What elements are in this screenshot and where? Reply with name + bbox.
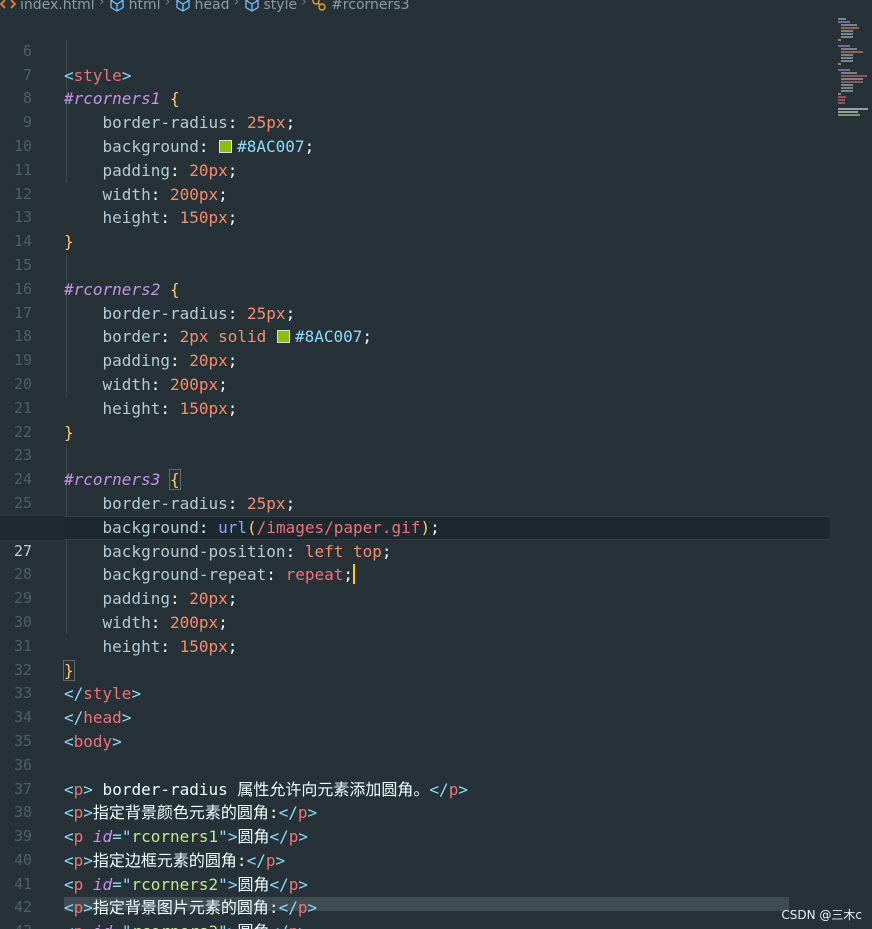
line-number: 43	[0, 920, 32, 929]
html-file-icon	[0, 0, 16, 9]
element-icon	[244, 0, 259, 12]
breadcrumb-item-html[interactable]: html	[109, 0, 161, 13]
code-line[interactable]: 36 <p> border-radius 属性允许向元素添加圆角。</p>	[0, 730, 830, 799]
chevron-right-icon: ›	[301, 0, 307, 10]
code-line[interactable]: 6 <style>	[0, 16, 830, 85]
matched-bracket: {	[169, 469, 181, 491]
color-swatch-icon[interactable]	[219, 139, 233, 153]
code-line[interactable]: 37 <p>指定背景颜色元素的圆角:</p>	[0, 754, 830, 823]
css-selector-icon	[312, 0, 326, 11]
element-icon	[110, 0, 124, 12]
text-cursor	[353, 564, 355, 585]
minimap[interactable]	[836, 16, 872, 116]
matched-bracket: }	[63, 659, 75, 681]
breadcrumb: index.html › html › head › style › #rcor…	[0, 0, 870, 14]
code-editor[interactable]: 6 <style> 7 #rcorners1 { 8 border-radius…	[0, 16, 830, 929]
css-selector: #rcorners1	[64, 89, 161, 109]
code-line[interactable]: 33 </head>	[0, 659, 830, 727]
breadcrumb-item-head[interactable]: head	[175, 0, 230, 13]
css-selector: #rcorners3	[64, 470, 161, 490]
color-swatch-icon[interactable]	[276, 330, 290, 344]
chevron-right-icon: ›	[233, 0, 240, 10]
chevron-right-icon: ›	[98, 0, 105, 10]
watermark: CSDN @三木c	[781, 908, 862, 922]
chevron-right-icon: ›	[164, 0, 171, 10]
code-line[interactable]: 24 border-radius: 25px;	[0, 444, 830, 513]
code-line[interactable]: 16 border-radius: 25px;	[0, 254, 830, 323]
breadcrumb-item-selector[interactable]: #rcorners3	[311, 0, 409, 13]
code-line[interactable]: 23 #rcorners3 {	[0, 421, 830, 491]
breadcrumb-item-file[interactable]: index.html	[0, 0, 95, 13]
code-line[interactable]: 7 #rcorners1 {	[0, 40, 830, 109]
css-selector: #rcorners2	[64, 279, 161, 299]
code-line[interactable]: 15 #rcorners2 {	[0, 230, 830, 299]
breadcrumb-item-style[interactable]: style	[244, 0, 297, 13]
element-icon	[175, 0, 190, 12]
